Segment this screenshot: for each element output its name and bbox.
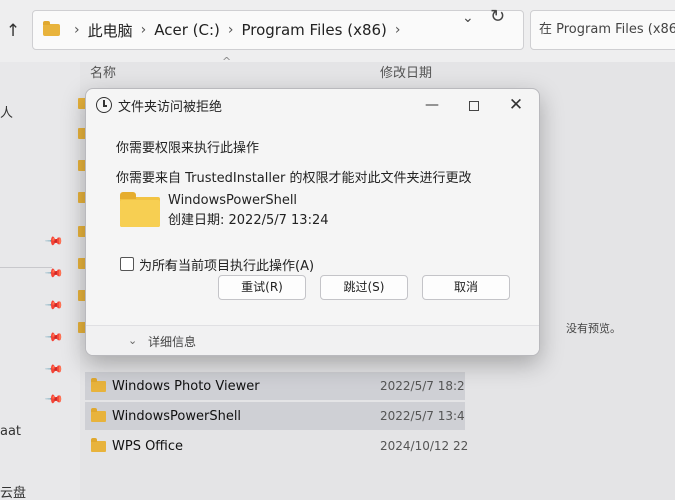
preview-pane-text: 没有预览。 (566, 322, 621, 335)
nav-item-label[interactable]: 云盘 (0, 482, 26, 500)
table-row[interactable]: WPS Office 2024/10/12 22 (85, 432, 469, 460)
cancel-button[interactable]: 取消 (422, 275, 510, 300)
address-row: ↑ › 此电脑 › Acer (C:) › Program Files (x86… (0, 0, 675, 62)
file-name: WindowsPowerShell (112, 408, 242, 424)
file-date: 2024/10/12 22 (380, 439, 469, 453)
search-input[interactable]: 在 Program Files (x86) 中 (530, 10, 675, 50)
nav-item-label[interactable]: 人 (0, 102, 13, 121)
column-header-modified[interactable]: 修改日期 (380, 62, 432, 84)
chevron-right-icon[interactable]: › (74, 22, 80, 38)
nav-item-label[interactable]: aat (0, 424, 21, 439)
maximize-button[interactable] (458, 92, 490, 118)
close-button[interactable]: ✕ (500, 92, 532, 118)
chevron-right-icon[interactable]: › (228, 22, 234, 38)
retry-button[interactable]: 重试(R) (218, 275, 306, 300)
dialog-titlebar[interactable]: 文件夹访问被拒绝 — ✕ (86, 89, 539, 121)
skip-button[interactable]: 跳过(S) (320, 275, 408, 300)
pin-icon[interactable]: 📌 (44, 295, 64, 315)
column-header-name[interactable]: 名称 (90, 62, 116, 84)
folder-icon (91, 377, 106, 392)
up-arrow-icon[interactable]: ↑ (0, 18, 26, 44)
refresh-icon[interactable]: ↻ (490, 6, 505, 27)
table-row[interactable]: WindowsPowerShell 2022/5/7 13:4 (85, 402, 465, 430)
pin-icon[interactable]: 📌 (44, 231, 64, 251)
dialog-title: 文件夹访问被拒绝 (118, 100, 223, 115)
details-toggle[interactable]: ⌄ 详细信息 (86, 325, 539, 355)
maximize-icon (469, 100, 479, 111)
address-bar[interactable]: › 此电脑 › Acer (C:) › Program Files (x86) … (32, 10, 524, 50)
chevron-right-icon[interactable]: › (395, 22, 401, 38)
folder-icon (43, 21, 60, 36)
hand-cursor-icon: ☝ (164, 257, 173, 273)
pin-icon[interactable]: 📌 (44, 359, 64, 379)
breadcrumb-drive-c[interactable]: Acer (C:) (154, 21, 220, 39)
details-label: 详细信息 (148, 335, 197, 349)
chevron-right-icon[interactable]: › (141, 22, 147, 38)
breadcrumb-this-pc[interactable]: 此电脑 (88, 20, 133, 41)
permission-message: 你需要权限来执行此操作 (116, 141, 260, 156)
pin-icon[interactable]: 📌 (44, 263, 64, 283)
apply-to-all-checkbox[interactable] (120, 257, 134, 271)
table-row[interactable]: Windows Photo Viewer 2022/5/7 18:2 (85, 372, 465, 400)
folder-icon (91, 437, 106, 452)
sort-up-icon: ^ (222, 55, 232, 68)
chevron-down-icon: ⌄ (128, 334, 138, 347)
breadcrumb-program-files-x86[interactable]: Program Files (x86) (241, 21, 386, 39)
clock-icon (96, 97, 112, 113)
folder-icon (91, 407, 106, 422)
pin-icon[interactable]: 📌 (44, 389, 64, 409)
file-name: WPS Office (112, 438, 184, 454)
pin-icon[interactable]: 📌 (44, 327, 64, 347)
file-date: 2022/5/7 18:2 (380, 379, 465, 393)
minimize-button[interactable]: — (416, 92, 448, 118)
file-name: Windows Photo Viewer (112, 378, 260, 394)
folder-icon (120, 192, 160, 227)
folder-name: WindowsPowerShell (168, 193, 298, 208)
trustedinstaller-message: 你需要来自 TrustedInstaller 的权限才能对此文件夹进行更改 (116, 171, 472, 186)
nav-divider (0, 267, 52, 268)
navigation-pane: 人 📌 📌 📌 📌 📌 📌 aat 云盘 (0, 62, 80, 500)
chevron-down-icon[interactable]: ⌄ (462, 10, 474, 26)
file-date: 2022/5/7 13:4 (380, 409, 465, 423)
access-denied-dialog: 文件夹访问被拒绝 — ✕ 你需要权限来执行此操作 你需要来自 TrustedIn… (85, 88, 540, 356)
folder-created-date: 创建日期: 2022/5/7 13:24 (168, 213, 329, 228)
